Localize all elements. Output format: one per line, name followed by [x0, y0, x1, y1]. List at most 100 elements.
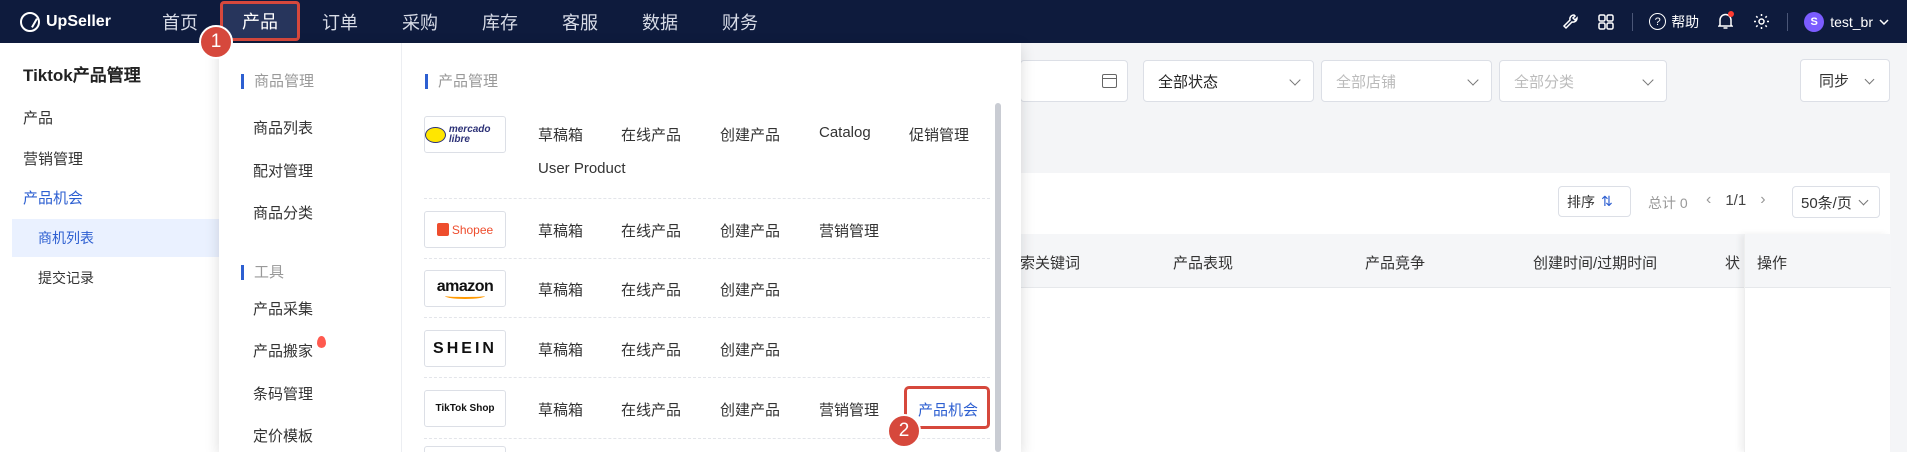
amazon-logo: amazon [424, 270, 506, 307]
section-header-product-management: 产品管理 [425, 74, 498, 89]
avatar: S [1804, 11, 1825, 32]
help-link[interactable]: ? 帮助 [1641, 12, 1707, 32]
operations-column: 操作 [1744, 234, 1891, 452]
sidebar-item-marketing[interactable]: 营销管理 [23, 148, 83, 169]
page-indicator: 1/1 [1725, 191, 1747, 209]
user-menu[interactable]: S test_br [1796, 11, 1907, 32]
menu-item-goods-category[interactable]: 商品分类 [253, 202, 313, 223]
section-header-goods-management: 商品管理 [241, 74, 314, 89]
fire-icon [317, 336, 327, 348]
total-count: 总计 0 [1648, 195, 1688, 211]
menu-item-goods-list[interactable]: 商品列表 [253, 117, 313, 138]
chevron-down-icon [1858, 195, 1869, 206]
menu-item-product-move-label: 产品搬家 [253, 343, 314, 360]
nav-finance[interactable]: 财务 [700, 0, 780, 43]
dropdown-left-column: 商品管理 商品列表 配对管理 商品分类 工具 产品采集 产品搬家 条码管理 定价… [219, 43, 402, 452]
gear-icon[interactable] [1743, 0, 1779, 43]
prev-page-icon[interactable]: ‹ [1706, 191, 1711, 209]
chevron-down-icon [1864, 74, 1875, 85]
top-navbar: UpSeller 首页 产品 订单 采购 库存 客服 数据 财务 ? 帮助 S … [0, 0, 1907, 43]
ml-link-promotions[interactable]: 促销管理 [909, 124, 969, 145]
amazon-link-drafts[interactable]: 草稿箱 [538, 279, 583, 300]
row-divider [424, 335, 990, 378]
ml-link-user-product[interactable]: User Product [538, 160, 626, 177]
amazon-link-online-products[interactable]: 在线产品 [621, 279, 681, 300]
next-page-icon[interactable]: › [1760, 191, 1765, 209]
status-select[interactable]: 全部状态 [1143, 60, 1314, 102]
brand-name: UpSeller [46, 12, 111, 30]
shopee-bag-icon [436, 223, 449, 236]
menu-item-pricing-template[interactable]: 定价模板 [253, 425, 313, 446]
shopee-link-online-products[interactable]: 在线产品 [621, 220, 681, 241]
tiktok-link-online-products[interactable]: 在线产品 [621, 399, 681, 420]
step-badge-1: 1 [199, 25, 233, 59]
mercadolibre-icon [425, 126, 446, 143]
sidebar-item-opportunities[interactable]: 产品机会 [23, 187, 83, 208]
nav-inventory[interactable]: 库存 [460, 0, 540, 43]
menu-item-product-move[interactable]: 产品搬家 [253, 336, 327, 361]
left-sidebar: Tiktok产品管理 产品 营销管理 产品机会 商机列表 提交记录 [0, 43, 219, 452]
shopee-link-marketing[interactable]: 营销管理 [819, 220, 879, 241]
col-header-competition: 产品竞争 [1365, 255, 1426, 272]
shop-select[interactable]: 全部店铺 [1321, 60, 1492, 102]
sort-icon: ⇅ [1601, 193, 1613, 209]
bell-icon[interactable] [1707, 0, 1743, 43]
sidebar-subitem-opportunity-list[interactable]: 商机列表 [12, 219, 219, 257]
apps-grid-icon[interactable] [1588, 0, 1624, 43]
shein-link-online-products[interactable]: 在线产品 [621, 339, 681, 360]
nav-divider [1632, 12, 1634, 31]
sync-button-label: 同步 [1819, 73, 1850, 90]
mercadolibre-logo: mercado libre [424, 116, 506, 153]
nav-data[interactable]: 数据 [620, 0, 700, 43]
category-select[interactable]: 全部分类 [1499, 60, 1667, 102]
tiktok-link-marketing[interactable]: 营销管理 [819, 399, 879, 420]
amazon-link-create-product[interactable]: 创建产品 [720, 279, 780, 300]
section-header-tools: 工具 [241, 265, 284, 280]
row-divider [424, 216, 990, 259]
shopee-logo: Shopee [424, 211, 506, 248]
ml-link-drafts[interactable]: 草稿箱 [538, 124, 583, 145]
ml-link-create-product[interactable]: 创建产品 [720, 124, 780, 145]
nav-purchase[interactable]: 采购 [380, 0, 460, 43]
tiktok-shop-logo-text: TikTok Shop [435, 403, 495, 414]
nav-orders[interactable]: 订单 [300, 0, 380, 43]
col-header-operations: 操作 [1745, 234, 1891, 288]
sidebar-subitem-submission-records[interactable]: 提交记录 [12, 259, 219, 297]
chevron-down-icon [1642, 74, 1654, 86]
col-header-performance: 产品表现 [1173, 255, 1234, 272]
ml-link-online-products[interactable]: 在线产品 [621, 124, 681, 145]
nav-customer-service[interactable]: 客服 [540, 0, 620, 43]
tiktok-shop-logo: TikTok Shop [424, 390, 506, 427]
shopee-link-drafts[interactable]: 草稿箱 [538, 220, 583, 241]
row-divider [424, 275, 990, 318]
menu-item-pairing[interactable]: 配对管理 [253, 160, 313, 181]
upseller-logo-icon [20, 11, 40, 32]
col-header-keywords: 索关键词 [1020, 255, 1081, 272]
page-size-value: 50条/页 [1801, 194, 1852, 212]
wrench-icon[interactable] [1552, 0, 1588, 43]
help-label: 帮助 [1671, 13, 1700, 30]
shein-link-create-product[interactable]: 创建产品 [720, 339, 780, 360]
tiktok-link-drafts[interactable]: 草稿箱 [538, 399, 583, 420]
brand-logo[interactable]: UpSeller [20, 0, 111, 43]
shopee-link-create-product[interactable]: 创建产品 [720, 220, 780, 241]
menu-item-product-collect[interactable]: 产品采集 [253, 298, 313, 319]
sync-button[interactable]: 同步 [1800, 59, 1890, 102]
page-size-select[interactable]: 50条/页 [1792, 186, 1880, 218]
amazon-logo-text: amazon [437, 278, 494, 299]
shopee-logo-text: Shopee [451, 222, 494, 237]
date-range-input[interactable] [1020, 60, 1128, 102]
ml-link-catalog[interactable]: Catalog [819, 124, 871, 141]
tiktok-link-create-product[interactable]: 创建产品 [720, 399, 780, 420]
nav-products[interactable]: 产品 [220, 1, 300, 41]
shein-link-drafts[interactable]: 草稿箱 [538, 339, 583, 360]
chevron-down-icon [1467, 74, 1479, 86]
shein-logo: SHEIN [424, 330, 506, 367]
sidebar-item-products[interactable]: 产品 [23, 107, 53, 128]
chevron-down-icon [1289, 74, 1301, 86]
menu-item-barcode[interactable]: 条码管理 [253, 383, 313, 404]
row-divider [424, 156, 990, 199]
sort-label: 排序 [1567, 193, 1595, 210]
sort-button[interactable]: 排序 ⇅ [1558, 186, 1631, 217]
dropdown-scrollbar[interactable] [995, 103, 1001, 452]
